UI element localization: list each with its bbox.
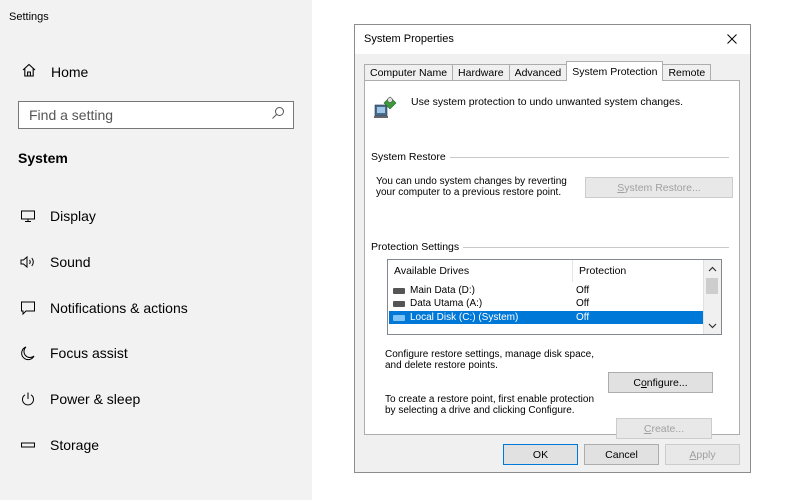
tab-hardware[interactable]: Hardware (452, 64, 510, 81)
drive-icon (393, 287, 405, 294)
nav-item-sound[interactable]: Sound (18, 251, 90, 273)
drive-protection: Off (576, 298, 590, 309)
drive-name: Main Data (D:) (410, 285, 476, 296)
nav-item-power-sleep[interactable]: Power & sleep (18, 388, 140, 410)
search-input[interactable] (29, 107, 249, 123)
scroll-down-icon[interactable] (707, 320, 718, 331)
apply-btn-rest: pply (696, 448, 716, 461)
scroll-thumb[interactable] (706, 278, 718, 294)
nav-label: Notifications & actions (50, 300, 188, 316)
section-title-system: System (18, 150, 68, 166)
restore-btn-rest: ystem Restore... (624, 181, 701, 194)
drive-name: Local Disk (C:) (System) (410, 312, 519, 323)
restore-btn-underline: S (617, 181, 625, 194)
nav-item-focus-assist[interactable]: Focus assist (18, 342, 128, 364)
column-available-drives[interactable]: Available Drives (388, 260, 573, 282)
create-text-line-2: by selecting a drive and clicking Config… (385, 405, 575, 416)
restore-text-line-2: your computer to a previous restore poin… (376, 187, 562, 198)
intro-text: Use system protection to undo unwanted s… (411, 96, 683, 108)
search-icon[interactable] (271, 106, 285, 125)
configure-text-line-2: and delete restore points. (385, 360, 498, 371)
create-button[interactable]: Create... (616, 418, 712, 439)
storage-icon (18, 435, 38, 455)
nav-label: Power & sleep (50, 391, 141, 407)
tab-remote[interactable]: Remote (662, 64, 712, 81)
nav-item-notifications[interactable]: Notifications & actions (18, 297, 188, 319)
home-link[interactable]: Home (21, 62, 88, 82)
tab-system-protection[interactable]: System Protection (566, 61, 664, 81)
system-drive-icon (393, 314, 405, 321)
restore-group-title: System Restore (371, 151, 450, 163)
drive-icon (393, 300, 405, 307)
home-label: Home (51, 64, 89, 80)
apply-button[interactable]: Apply (665, 444, 740, 465)
close-icon[interactable] (720, 28, 744, 50)
drive-name: Data Utama (A:) (410, 298, 483, 309)
nav-label: Storage (50, 437, 100, 453)
column-protection[interactable]: Protection (573, 260, 626, 282)
notification-icon (18, 298, 38, 318)
cancel-button[interactable]: Cancel (584, 444, 659, 465)
drives-list-header: Available Drives Protection (388, 260, 705, 282)
apply-btn-underline: A (689, 448, 697, 461)
protection-group-title: Protection Settings (371, 241, 464, 253)
drive-row[interactable]: Main Data (D:) Off (389, 284, 705, 297)
moon-icon (18, 343, 38, 363)
intro-row: Use system protection to undo unwanted s… (373, 93, 683, 124)
system-properties-dialog: System Properties Computer Name Hardware… (354, 24, 751, 473)
system-restore-button[interactable]: System Restore... (585, 177, 733, 198)
drive-protection: Off (576, 285, 590, 296)
nav-label: Display (50, 208, 96, 224)
search-box[interactable] (18, 101, 294, 129)
home-icon (21, 62, 37, 83)
dialog-tabs: Computer Name Hardware Advanced System P… (364, 61, 712, 81)
configure-btn-pre: C (633, 376, 641, 389)
drive-protection: Off (576, 312, 590, 323)
nav-label: Sound (50, 254, 91, 270)
create-btn-underline: C (643, 422, 652, 435)
tab-computer-name[interactable]: Computer Name (364, 64, 454, 81)
nav-item-storage[interactable]: Storage (18, 434, 99, 456)
power-icon (18, 389, 38, 409)
drives-list[interactable]: Available Drives Protection Main Data (D… (387, 259, 722, 335)
nav-item-display[interactable]: Display (18, 205, 96, 227)
drives-scrollbar[interactable] (703, 260, 721, 334)
create-btn-rest: reate... (651, 422, 685, 435)
settings-title: Settings (9, 11, 49, 23)
dialog-title: System Properties (364, 33, 454, 45)
drive-row-selected[interactable]: Local Disk (C:) (System) Off (389, 311, 705, 324)
ok-button[interactable]: OK (503, 444, 578, 465)
system-protection-icon (373, 93, 397, 124)
configure-button[interactable]: Co nfigure... (608, 372, 713, 393)
configure-btn-rest: nfigure... (646, 376, 688, 389)
tab-advanced[interactable]: Advanced (508, 64, 568, 81)
drive-row[interactable]: Data Utama (A:) Off (389, 297, 705, 310)
nav-label: Focus assist (50, 345, 128, 361)
dialog-titlebar[interactable]: System Properties (355, 25, 750, 54)
system-protection-panel: Use system protection to undo unwanted s… (364, 80, 740, 439)
monitor-icon (18, 206, 38, 226)
scroll-up-icon[interactable] (707, 263, 718, 274)
speaker-icon (18, 252, 38, 272)
settings-window: Settings Home System Display Sound Notif… (0, 0, 312, 500)
